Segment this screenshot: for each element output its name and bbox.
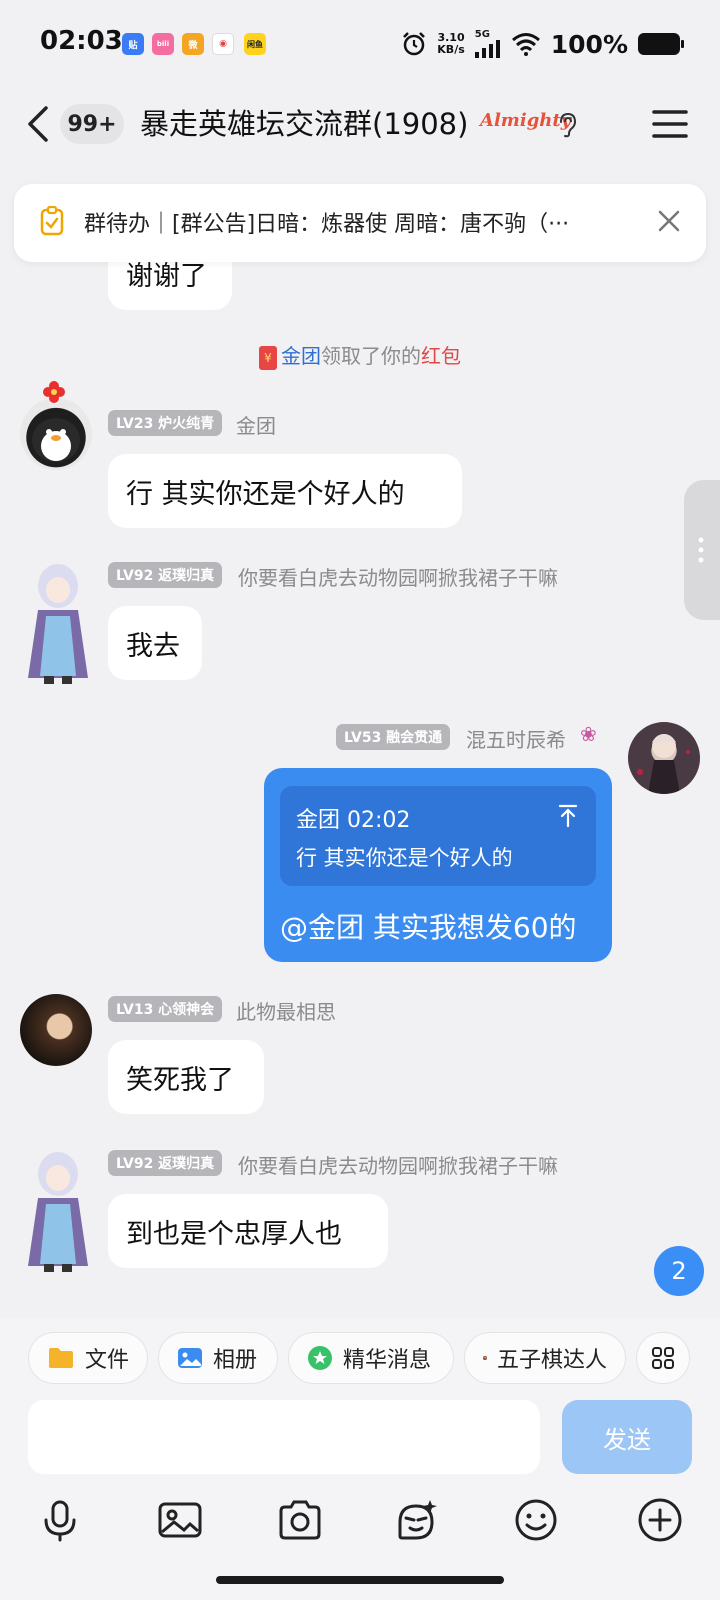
net-speed: 3.10 KB/s: [437, 31, 465, 56]
penguin-icon: [32, 418, 80, 462]
quote-header: 金团 02:02: [296, 808, 411, 833]
folder-icon: [48, 1348, 73, 1368]
dark-character-avatar: [637, 734, 690, 794]
microphone-icon[interactable]: [36, 1496, 84, 1544]
photo-icon: [178, 1348, 202, 1368]
quote-text: 行 其实你还是个好人的: [296, 846, 513, 870]
battery-icon: [638, 33, 684, 55]
sender-name[interactable]: 金团: [236, 410, 276, 439]
back-icon[interactable]: [24, 104, 54, 144]
message-text: 笑死我了: [126, 1064, 234, 1096]
camera-icon[interactable]: [276, 1496, 324, 1544]
ear-mode-icon[interactable]: [556, 112, 578, 138]
message-bubble[interactable]: 到也是个忠厚人也: [108, 1194, 388, 1268]
anime-girl-avatar: [28, 1152, 88, 1272]
album-chip[interactable]: 相册: [158, 1332, 278, 1384]
jump-to-top-icon[interactable]: [558, 804, 578, 828]
tieba-app-icon: 贴: [122, 33, 144, 55]
avatar[interactable]: [22, 1148, 94, 1276]
message-text: 我去: [126, 630, 180, 662]
message-bubble[interactable]: 笑死我了: [108, 1040, 264, 1114]
sender-name[interactable]: 你要看白虎去动物园啊掀我裙子干嘛: [238, 562, 558, 591]
message-text: 行 其实你还是个好人的: [126, 478, 405, 510]
weibo-app-icon: 微: [182, 33, 204, 55]
grid-icon: [652, 1347, 674, 1369]
home-indicator[interactable]: [216, 1576, 504, 1584]
status-indicators: 3.10 KB/s 5G 100%: [401, 28, 684, 60]
input-toolbar: 文件 相册 精华消息 五子棋达人 发送: [0, 1318, 720, 1600]
system-message: ¥ 金团领取了你的红包: [0, 340, 720, 370]
emoji-icon[interactable]: [512, 1496, 560, 1544]
wifi-icon: [511, 33, 540, 56]
file-chip[interactable]: 文件: [28, 1332, 148, 1384]
gomoku-icon: [483, 1356, 487, 1360]
message-text: 到也是个忠厚人也: [126, 1218, 342, 1250]
star-icon: [308, 1346, 332, 1370]
group-title[interactable]: 暴走英雄坛交流群(1908): [140, 104, 468, 144]
todo-icon: [40, 206, 64, 236]
plus-icon[interactable]: [636, 1496, 684, 1544]
more-apps-button[interactable]: [636, 1332, 690, 1384]
level-badge: LV53 融会贯通: [336, 724, 451, 750]
message-input[interactable]: [28, 1400, 540, 1474]
quoted-message[interactable]: 金团 02:02 行 其实你还是个好人的: [280, 786, 596, 886]
xianyu-app-icon: 闲鱼: [244, 33, 266, 55]
avatar[interactable]: [20, 994, 92, 1066]
gomoku-chip[interactable]: 五子棋达人: [464, 1332, 626, 1384]
cell-signal: 5G: [474, 30, 501, 58]
unread-count-badge[interactable]: 99+: [60, 104, 124, 144]
signal-bars-icon: [474, 40, 500, 58]
sender-name[interactable]: 你要看白虎去动物园啊掀我裙子干嘛: [238, 1150, 558, 1179]
avatar[interactable]: [628, 722, 700, 794]
alarm-icon: [403, 32, 426, 56]
send-button[interactable]: 发送: [562, 1400, 692, 1474]
avatar[interactable]: [22, 560, 94, 688]
level-badge: LV23 炉火纯青: [108, 410, 223, 436]
message-text: @金团 其实我想发60的: [280, 911, 577, 944]
group-announcement-bar[interactable]: 群待办｜[群公告]日暗：炼器使 周暗：唐不驹（···: [14, 184, 706, 262]
anime-girl-avatar: [28, 564, 88, 684]
level-badge: LV13 心领神会: [108, 996, 223, 1022]
sticker-face-icon[interactable]: [392, 1496, 440, 1544]
flower-icon: [43, 381, 65, 403]
battery-percent: 100%: [550, 29, 628, 59]
image-icon[interactable]: [156, 1496, 204, 1544]
red-packet-link[interactable]: 红包: [421, 344, 461, 368]
more-vertical-icon: [698, 537, 704, 563]
avatar[interactable]: [20, 398, 92, 470]
system-message-name[interactable]: 金团: [281, 344, 321, 368]
sender-name[interactable]: 此物最相思: [236, 996, 336, 1025]
close-icon[interactable]: [656, 208, 682, 234]
message-bubble-own[interactable]: 金团 02:02 行 其实你还是个好人的 @金团 其实我想发60的: [264, 768, 612, 962]
message-bubble[interactable]: 行 其实你还是个好人的: [108, 454, 462, 528]
menu-icon[interactable]: [652, 108, 688, 140]
location-app-icon: ◉: [212, 33, 234, 55]
announcement-text: 群待办｜[群公告]日暗：炼器使 周暗：唐不驹（···: [84, 212, 570, 237]
side-panel-handle[interactable]: [684, 480, 720, 620]
status-time: 02:03: [40, 26, 123, 56]
new-messages-badge[interactable]: 2: [654, 1246, 704, 1296]
bilibili-app-icon: bili: [152, 33, 174, 55]
level-badge: LV92 返璞归真: [108, 1150, 223, 1176]
level-badge: LV92 返璞归真: [108, 562, 223, 588]
sender-name[interactable]: 混五时辰希: [466, 724, 566, 753]
message-bubble[interactable]: 我去: [108, 606, 202, 680]
essence-chip[interactable]: 精华消息: [288, 1332, 454, 1384]
red-packet-icon: ¥: [259, 345, 277, 370]
dragon-icon: ❀: [580, 722, 597, 746]
